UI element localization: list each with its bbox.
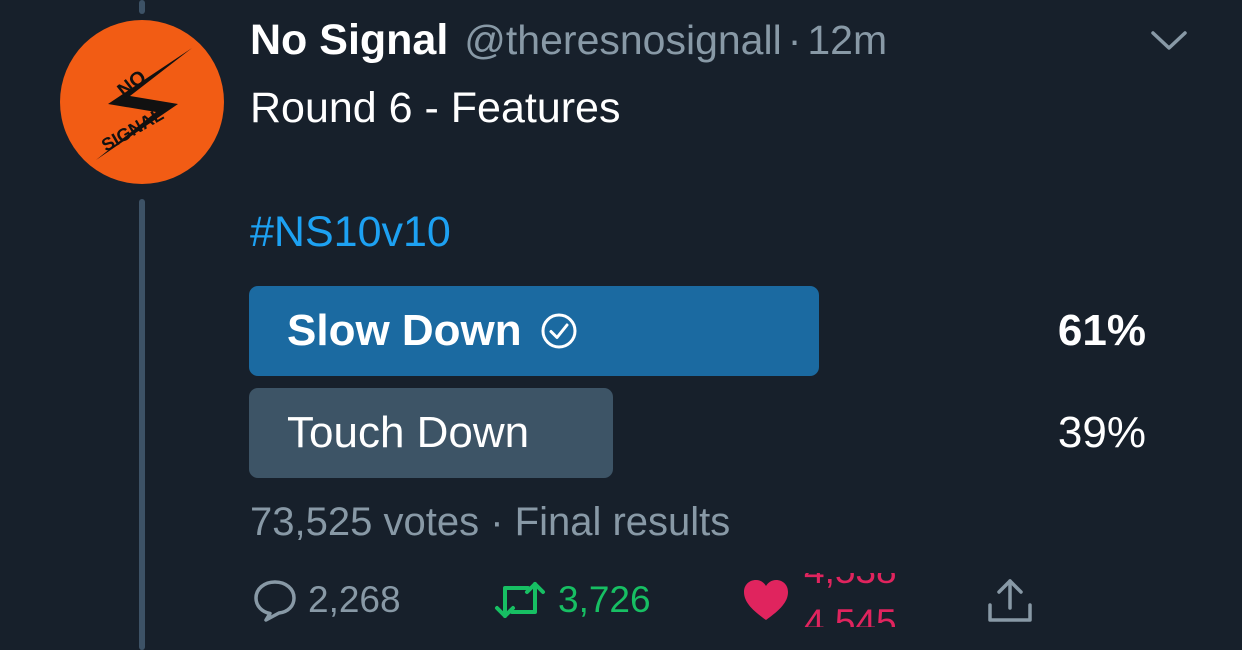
poll-option-label: Slow Down: [287, 306, 522, 355]
display-name[interactable]: No Signal: [250, 16, 448, 65]
avatar[interactable]: NO SIGNAL: [60, 20, 224, 184]
timestamp[interactable]: 12m: [807, 17, 887, 64]
hashtag-link[interactable]: #NS10v10: [250, 206, 451, 258]
poll-option: Touch Down: [249, 388, 613, 478]
poll-vote-count: 73,525 votes: [250, 500, 480, 544]
poll-summary-separator: ·: [490, 500, 504, 544]
share-button[interactable]: [986, 570, 1034, 630]
poll-option-winner: Slow Down: [249, 286, 819, 376]
no-signal-logo: NO SIGNAL: [96, 48, 192, 160]
retweet-icon: [492, 578, 548, 622]
reply-icon: [252, 577, 298, 623]
tweet-card[interactable]: NO SIGNAL No Signal @theresnosignall · 1…: [0, 0, 1242, 650]
like-count-previous: 4,538: [804, 573, 897, 591]
tweet-header: No Signal @theresnosignall · 12m: [250, 16, 887, 70]
poll-option-percent: 61%: [1057, 306, 1146, 355]
tweet-text: Round 6 - Features: [250, 84, 621, 132]
chevron-down-icon[interactable]: [1150, 28, 1188, 54]
poll-option-label: Touch Down: [287, 408, 530, 457]
retweet-button[interactable]: 3,726: [492, 570, 651, 630]
user-handle[interactable]: @theresnosignall: [464, 17, 781, 64]
reply-button[interactable]: 2,268: [252, 570, 401, 630]
like-count: 4,545: [804, 602, 897, 628]
thread-line-top: [139, 0, 145, 14]
retweet-count: 3,726: [558, 579, 651, 620]
share-icon: [986, 575, 1034, 625]
logo-text-top: NO: [114, 66, 151, 102]
like-button[interactable]: 4,538 4,545: [742, 570, 914, 630]
poll-status: Final results: [514, 500, 731, 544]
check-circle-icon: [540, 312, 578, 350]
thread-line-bottom: [139, 199, 145, 650]
reply-count: 2,268: [308, 579, 401, 620]
poll-summary: 73,525 votes · Final results: [250, 500, 730, 545]
heart-icon: [742, 578, 790, 622]
header-separator: ·: [787, 17, 802, 63]
poll-option-percent: 39%: [1057, 408, 1146, 457]
logo-text-bottom: SIGNAL: [98, 104, 167, 155]
like-count-animation: 4,538 4,545: [804, 573, 914, 627]
